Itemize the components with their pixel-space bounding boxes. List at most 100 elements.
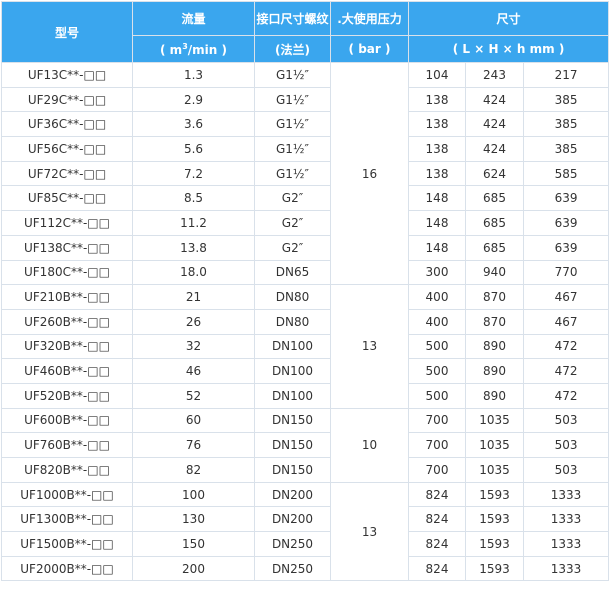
cell-size-L: 700 (408, 407, 466, 434)
cell-size-L: 104 (408, 62, 466, 88)
cell-size-H: 1593 (465, 506, 524, 533)
table-row: UF85C**-□□ 8.5 G2″ 148 685 639 (1, 185, 610, 212)
table-row: UF56C**-□□ 5.6 G1½″ 138 424 385 (1, 136, 610, 162)
cell-pressure: 13 (330, 284, 409, 409)
cell-size-H: 1593 (465, 555, 524, 582)
cell-flow: 21 (132, 284, 255, 310)
cell-model: UF13C**-□□ (1, 62, 133, 88)
table-row: UF13C**-□□ 1.3 G1½″ 16 104 243 217 (1, 61, 610, 286)
cell-size-H: 685 (465, 234, 524, 261)
cell-model: UF56C**-□□ (1, 136, 133, 162)
cell-model: UF1500B**-□□ (1, 531, 133, 557)
cell-flow: 32 (132, 333, 255, 360)
cell-port: G1½″ (254, 111, 331, 138)
cell-flow: 76 (132, 432, 255, 458)
cell-size-H: 1035 (465, 432, 524, 458)
cell-size-L: 400 (408, 284, 466, 310)
cell-flow: 8.5 (132, 185, 255, 212)
cell-model: UF36C**-□□ (1, 111, 133, 138)
cell-model: UF320B**-□□ (1, 333, 133, 360)
table-row: UF520B**-□□ 52 DN100 500 890 472 (1, 382, 610, 409)
cell-model: UF180C**-□□ (1, 259, 133, 286)
cell-port: G2″ (254, 234, 331, 261)
cell-flow: 150 (132, 531, 255, 557)
header-model: 型号 (1, 1, 133, 63)
table-row: UF1300B**-□□ 130 DN200 824 1593 1333 (1, 506, 610, 533)
cell-model: UF260B**-□□ (1, 308, 133, 335)
table-header: 型号 流量 接口尺寸螺纹 .大使用压力 尺寸 ( m3/min ) (法兰) (… (1, 1, 610, 63)
header-size-unit: ( L × H × h mm ) (407, 35, 610, 63)
cell-size-h: 385 (522, 111, 610, 138)
cell-port: G1½″ (254, 160, 331, 187)
cell-port: DN150 (254, 432, 331, 458)
cell-size-h: 639 (522, 234, 610, 261)
cell-size-H: 424 (465, 136, 524, 162)
cell-size-h: 503 (522, 432, 610, 458)
table-row: UF210B**-□□ 21 DN80 13 400 870 467 (1, 284, 610, 409)
table-row: UF180C**-□□ 18.0 DN65 300 940 770 (1, 259, 610, 286)
cell-size-L: 500 (408, 333, 466, 360)
cell-size-h: 385 (522, 86, 610, 113)
cell-size-H: 685 (465, 185, 524, 212)
cell-size-h: 503 (522, 457, 610, 483)
cell-port: DN80 (254, 308, 331, 335)
cell-port: DN100 (254, 382, 331, 409)
cell-port: DN150 (254, 407, 331, 434)
cell-model: UF2000B**-□□ (1, 555, 133, 582)
cell-model: UF760B**-□□ (1, 432, 133, 458)
cell-size-L: 824 (408, 555, 466, 582)
cell-size-H: 243 (465, 62, 524, 88)
cell-size-L: 700 (408, 457, 466, 483)
cell-model: UF820B**-□□ (1, 457, 133, 483)
cell-size-H: 890 (465, 382, 524, 409)
cell-flow: 100 (132, 481, 255, 508)
table-row: UF820B**-□□ 82 DN150 700 1035 503 (1, 457, 610, 483)
cell-size-L: 824 (408, 531, 466, 557)
cell-model: UF1000B**-□□ (1, 481, 133, 508)
cell-flow: 3.6 (132, 111, 255, 138)
cell-port: DN200 (254, 506, 331, 533)
header-flow-unit: ( m3/min ) (132, 35, 255, 63)
cell-size-h: 1333 (522, 555, 610, 582)
cell-size-h: 770 (522, 259, 610, 286)
table-row: UF260B**-□□ 26 DN80 400 870 467 (1, 308, 610, 335)
cell-flow: 200 (132, 555, 255, 582)
cell-port: G1½″ (254, 86, 331, 113)
cell-size-L: 148 (408, 210, 466, 236)
cell-model: UF29C**-□□ (1, 86, 133, 113)
table-row: UF112C**-□□ 11.2 G2″ 148 685 639 (1, 210, 610, 236)
cell-flow: 11.2 (132, 210, 255, 236)
cell-size-h: 385 (522, 136, 610, 162)
header-port-unit: (法兰) (254, 35, 331, 63)
table-row: UF1000B**-□□ 100 DN200 13 824 1593 1333 (1, 481, 610, 582)
cell-size-h: 467 (522, 284, 610, 310)
cell-model: UF138C**-□□ (1, 234, 133, 261)
cell-model: UF600B**-□□ (1, 407, 133, 434)
cell-size-h: 1333 (522, 481, 610, 508)
cell-size-H: 1035 (465, 457, 524, 483)
cell-flow: 7.2 (132, 160, 255, 187)
spec-table: 型号 流量 接口尺寸螺纹 .大使用压力 尺寸 ( m3/min ) (法兰) (… (1, 1, 610, 582)
cell-port: G1½″ (254, 62, 331, 88)
cell-flow: 5.6 (132, 136, 255, 162)
cell-size-L: 400 (408, 308, 466, 335)
cell-pressure: 13 (330, 481, 409, 582)
cell-size-H: 940 (465, 259, 524, 286)
cell-port: DN65 (254, 259, 331, 286)
cell-size-L: 148 (408, 234, 466, 261)
cell-size-H: 685 (465, 210, 524, 236)
table-row: UF760B**-□□ 76 DN150 700 1035 503 (1, 432, 610, 458)
table-row: UF72C**-□□ 7.2 G1½″ 138 624 585 (1, 160, 610, 187)
cell-port: DN100 (254, 358, 331, 384)
cell-model: UF112C**-□□ (1, 210, 133, 236)
cell-size-L: 138 (408, 160, 466, 187)
cell-size-h: 472 (522, 358, 610, 384)
cell-port: DN250 (254, 531, 331, 557)
cell-size-H: 890 (465, 358, 524, 384)
cell-size-h: 217 (522, 62, 610, 88)
table-row: UF36C**-□□ 3.6 G1½″ 138 424 385 (1, 111, 610, 138)
cell-size-H: 1593 (465, 481, 524, 508)
cell-port: DN150 (254, 457, 331, 483)
cell-size-L: 138 (408, 111, 466, 138)
cell-size-h: 639 (522, 210, 610, 236)
